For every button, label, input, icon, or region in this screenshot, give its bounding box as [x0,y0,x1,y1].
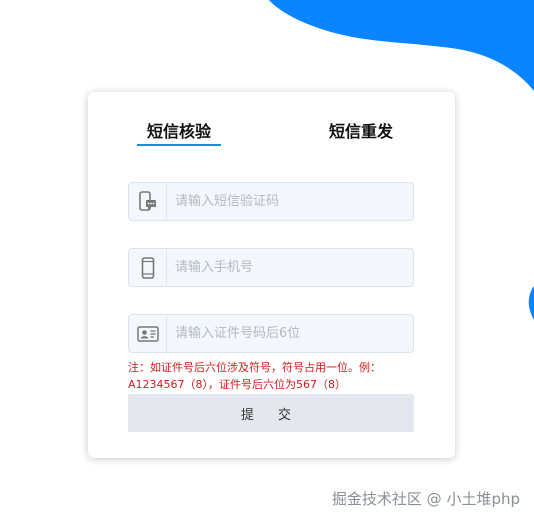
submit-button[interactable]: 提 交 [128,394,414,432]
tab-sms-verify[interactable]: 短信核验 [147,118,211,142]
page: 短信核验 短信重发 请输入短信验证码 请输入手机号 请输入证件号码后6位 注：如… [0,0,534,524]
id-card-icon [129,315,167,352]
sms-code-field [128,182,414,221]
phone-input[interactable] [167,249,413,286]
id-number-hint: 注：如证件号后六位涉及符号，符号占用一位。例：A1234567（8），证件号后六… [128,361,381,391]
sms-phone-icon [129,183,167,220]
decorative-blue-blob-top [268,0,534,91]
id-number-field [128,314,414,353]
decorative-blue-blob-right [528,286,534,320]
sms-code-input[interactable] [167,183,413,220]
tab-sms-resend[interactable]: 短信重发 [329,118,393,142]
sms-verify-card: 短信核验 短信重发 请输入短信验证码 请输入手机号 请输入证件号码后6位 注：如… [88,92,455,458]
active-tab-indicator [137,144,221,146]
watermark: 掘金技术社区 @ 小土堆php [331,490,520,508]
tab-bar: 短信核验 短信重发 [88,92,455,152]
id-number-input[interactable] [167,315,413,352]
phone-field [128,248,414,287]
mobile-phone-icon [129,249,167,286]
